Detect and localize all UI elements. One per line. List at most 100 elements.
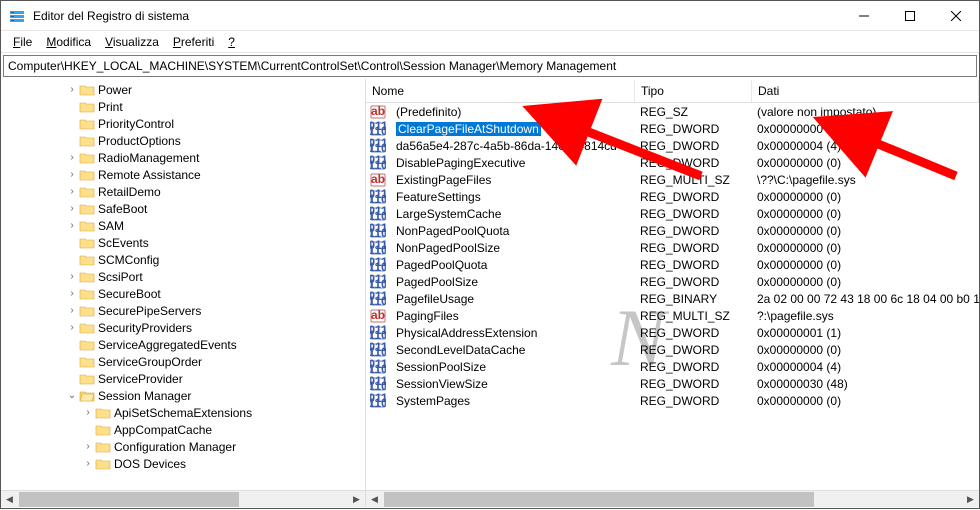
- list-row[interactable]: 011110SecondLevelDataCacheREG_DWORD0x000…: [366, 341, 979, 358]
- tree-item[interactable]: ›ApiSetSchemaExtensions: [1, 404, 365, 421]
- list-row[interactable]: abPagingFilesREG_MULTI_SZ?:\pagefile.sys: [366, 307, 979, 324]
- tree-item[interactable]: SCMConfig: [1, 251, 365, 268]
- list-row[interactable]: 011110NonPagedPoolSizeREG_DWORD0x0000000…: [366, 239, 979, 256]
- list-row[interactable]: 011110PagefileUsageREG_BINARY2a 02 00 00…: [366, 290, 979, 307]
- value-name: SessionViewSize: [390, 377, 634, 391]
- tree-hscrollbar[interactable]: ◀ ▶: [1, 490, 365, 507]
- list-row[interactable]: 011110PagedPoolSizeREG_DWORD0x00000000 (…: [366, 273, 979, 290]
- tree-item[interactable]: ›DOS Devices: [1, 455, 365, 472]
- minimize-button[interactable]: [841, 1, 887, 30]
- tree-item[interactable]: ⌄ Session Manager: [1, 387, 365, 404]
- expand-icon[interactable]: ›: [65, 288, 79, 299]
- menu-favorites[interactable]: Preferiti: [167, 33, 220, 51]
- folder-icon: [79, 321, 95, 335]
- scroll-right-icon[interactable]: ▶: [348, 491, 365, 508]
- scroll-right-icon[interactable]: ▶: [962, 491, 979, 508]
- menubar: File Modifica Visualizza Preferiti ?: [1, 31, 979, 53]
- list-row[interactable]: 011110SessionViewSizeREG_DWORD0x00000030…: [366, 375, 979, 392]
- list-row[interactable]: 011110FeatureSettingsREG_DWORD0x00000000…: [366, 188, 979, 205]
- list-row[interactable]: 011110SessionPoolSizeREG_DWORD0x00000004…: [366, 358, 979, 375]
- tree-item[interactable]: ServiceAggregatedEvents: [1, 336, 365, 353]
- tree-item-label: Session Manager: [98, 389, 191, 403]
- tree-item[interactable]: ›SAM: [1, 217, 365, 234]
- value-name: SessionPoolSize: [390, 360, 634, 374]
- expand-icon[interactable]: ›: [65, 322, 79, 333]
- list-row[interactable]: ab(Predefinito)REG_SZ(valore non imposta…: [366, 103, 979, 120]
- list-row[interactable]: 011110da56a5e4-287c-4a5b-86da-1408c4814c…: [366, 137, 979, 154]
- list-row[interactable]: 011110SystemPagesREG_DWORD0x00000000 (0): [366, 392, 979, 409]
- value-type: REG_DWORD: [634, 394, 751, 408]
- expand-icon[interactable]: ›: [65, 271, 79, 282]
- expand-icon[interactable]: ›: [81, 441, 95, 452]
- column-data[interactable]: Dati: [752, 80, 979, 102]
- expand-icon[interactable]: ›: [81, 407, 95, 418]
- tree-item[interactable]: ›SecureBoot: [1, 285, 365, 302]
- list-body[interactable]: ab(Predefinito)REG_SZ(valore non imposta…: [366, 103, 979, 490]
- close-button[interactable]: [933, 1, 979, 30]
- value-data: 0x00000000 (0): [751, 343, 979, 357]
- tree-item[interactable]: AppCompatCache: [1, 421, 365, 438]
- list-row[interactable]: 011110PhysicalAddressExtensionREG_DWORD0…: [366, 324, 979, 341]
- expand-icon[interactable]: ›: [65, 186, 79, 197]
- scroll-left-icon[interactable]: ◀: [1, 491, 18, 508]
- tree-item[interactable]: ServiceGroupOrder: [1, 353, 365, 370]
- folder-icon: [79, 100, 95, 114]
- value-data: 0x00000000 (0): [751, 241, 979, 255]
- tree-item[interactable]: PriorityControl: [1, 115, 365, 132]
- value-data: 0x00000004 (4): [751, 360, 979, 374]
- tree-item[interactable]: ›SecurePipeServers: [1, 302, 365, 319]
- address-text: Computer\HKEY_LOCAL_MACHINE\SYSTEM\Curre…: [8, 59, 616, 73]
- value-data: 0x00000000 (0): [751, 394, 979, 408]
- tree-item[interactable]: ›ScsiPort: [1, 268, 365, 285]
- value-type: REG_DWORD: [634, 224, 751, 238]
- expand-icon[interactable]: ›: [65, 84, 79, 95]
- tree-item[interactable]: ›Remote Assistance: [1, 166, 365, 183]
- expand-icon[interactable]: ›: [65, 152, 79, 163]
- tree-item-label: ScEvents: [98, 236, 149, 250]
- collapse-icon[interactable]: ⌄: [65, 390, 79, 401]
- folder-icon: [79, 304, 95, 318]
- list-row[interactable]: 011110DisablePagingExecutiveREG_DWORD0x0…: [366, 154, 979, 171]
- tree-scroll[interactable]: ›PowerPrintPriorityControlProductOptions…: [1, 79, 365, 507]
- expand-icon[interactable]: ›: [65, 220, 79, 231]
- tree-item-label: AppCompatCache: [114, 423, 212, 437]
- column-name[interactable]: Nome: [366, 80, 635, 102]
- tree-item[interactable]: ›Power: [1, 81, 365, 98]
- value-type: REG_MULTI_SZ: [634, 309, 751, 323]
- menu-file[interactable]: File: [7, 33, 38, 51]
- address-bar[interactable]: Computer\HKEY_LOCAL_MACHINE\SYSTEM\Curre…: [3, 55, 977, 77]
- value-type: REG_DWORD: [634, 122, 751, 136]
- tree-item[interactable]: ScEvents: [1, 234, 365, 251]
- value-name: da56a5e4-287c-4a5b-86da-1408c4814cd: [390, 139, 634, 153]
- tree-item-label: ServiceAggregatedEvents: [98, 338, 237, 352]
- menu-view[interactable]: Visualizza: [99, 33, 165, 51]
- expand-icon[interactable]: ›: [65, 203, 79, 214]
- folder-icon: [79, 83, 95, 97]
- expand-icon[interactable]: ›: [65, 169, 79, 180]
- tree-item[interactable]: ›SafeBoot: [1, 200, 365, 217]
- list-row[interactable]: 011110PagedPoolQuotaREG_DWORD0x00000000 …: [366, 256, 979, 273]
- regedit-app-icon: [9, 8, 25, 24]
- list-row[interactable]: 011110LargeSystemCacheREG_DWORD0x0000000…: [366, 205, 979, 222]
- value-type: REG_DWORD: [634, 207, 751, 221]
- list-row[interactable]: 011110NonPagedPoolQuotaREG_DWORD0x000000…: [366, 222, 979, 239]
- menu-edit[interactable]: Modifica: [40, 33, 97, 51]
- tree-item[interactable]: ServiceProvider: [1, 370, 365, 387]
- tree-item[interactable]: ›RetailDemo: [1, 183, 365, 200]
- tree-item[interactable]: ›Configuration Manager: [1, 438, 365, 455]
- value-data: 0x00000000 (0): [751, 122, 979, 136]
- maximize-button[interactable]: [887, 1, 933, 30]
- menu-help[interactable]: ?: [222, 33, 241, 51]
- list-hscrollbar[interactable]: ◀ ▶: [366, 490, 979, 507]
- list-row[interactable]: 011110ClearPageFileAtShutdownREG_DWORD0x…: [366, 120, 979, 137]
- expand-icon[interactable]: ›: [81, 458, 95, 469]
- tree-item[interactable]: Print: [1, 98, 365, 115]
- list-row[interactable]: abExistingPageFilesREG_MULTI_SZ\??\C:\pa…: [366, 171, 979, 188]
- scroll-left-icon[interactable]: ◀: [366, 491, 383, 508]
- value-data: 0x00000000 (0): [751, 275, 979, 289]
- tree-item[interactable]: ProductOptions: [1, 132, 365, 149]
- tree-item[interactable]: ›RadioManagement: [1, 149, 365, 166]
- tree-item[interactable]: ›SecurityProviders: [1, 319, 365, 336]
- column-type[interactable]: Tipo: [635, 80, 752, 102]
- expand-icon[interactable]: ›: [65, 305, 79, 316]
